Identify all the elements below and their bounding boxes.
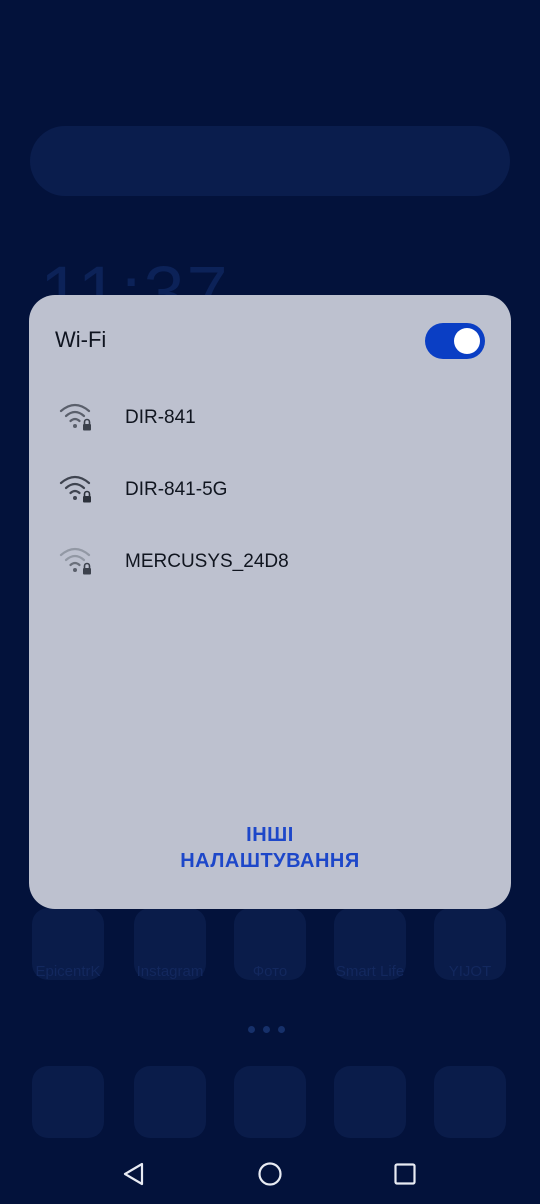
background-dock-icon <box>434 1066 506 1138</box>
recents-square-icon[interactable] <box>387 1156 423 1192</box>
background-dock-icon <box>32 1066 104 1138</box>
more-settings-label-line1: ІНШІ <box>246 824 294 846</box>
wifi-network-name: DIR-841-5G <box>125 479 228 500</box>
wifi-dialog: Wi-Fi DIR-841 DIR-841-5G MERCUSYS_24D8 І… <box>29 295 511 909</box>
background-app-label: Smart Life <box>335 963 405 980</box>
wifi-dialog-title: Wi-Fi <box>55 327 107 352</box>
wifi-network-item[interactable]: MERCUSYS_24D8 <box>29 533 511 593</box>
background-dock-icon <box>234 1066 306 1138</box>
page-indicator <box>248 1026 285 1033</box>
wifi-lock-icon <box>59 547 91 575</box>
background-dock-icon <box>334 1066 406 1138</box>
wifi-toggle-knob <box>454 328 480 354</box>
wifi-network-name: DIR-841 <box>125 407 196 428</box>
wifi-toggle[interactable] <box>425 323 485 359</box>
wifi-lock-icon <box>59 403 91 431</box>
background-search-bar <box>30 126 510 196</box>
more-settings-label-line2: НАЛАШТУВАННЯ <box>180 850 360 872</box>
wifi-lock-icon <box>59 475 91 503</box>
wifi-network-name: MERCUSYS_24D8 <box>125 551 289 572</box>
more-settings-button[interactable]: ІНШІ НАЛАШТУВАННЯ <box>29 822 511 874</box>
back-triangle-icon[interactable] <box>116 1156 152 1192</box>
wifi-network-item[interactable]: DIR-841-5G <box>29 461 511 521</box>
home-circle-icon[interactable] <box>252 1156 288 1192</box>
background-app-label: Instagram <box>136 963 204 980</box>
background-app-label: YIJOT <box>448 963 492 980</box>
wifi-network-item[interactable]: DIR-841 <box>29 389 511 449</box>
background-app-label: EpicentrK <box>35 963 101 980</box>
background-app-label: Фото <box>252 963 288 980</box>
background-dock-icon <box>134 1066 206 1138</box>
